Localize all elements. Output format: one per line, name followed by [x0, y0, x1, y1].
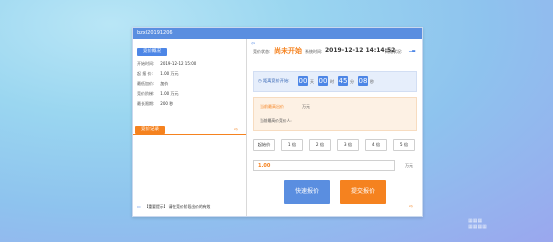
signal-icon: ▁▃: [409, 47, 416, 52]
time-label: 系统时间:: [305, 49, 323, 54]
left-panel: 竞价概况 开始时间: 2019-12-12 15:00 起 报 价: 1.00 …: [133, 39, 247, 216]
countdown-hours: 00: [318, 76, 328, 86]
step-button-start[interactable]: 起始价: [253, 139, 275, 151]
field-label: 最长限期:: [137, 101, 155, 106]
window-title: bzxl20191206: [133, 28, 422, 39]
countdown-days: 00: [298, 76, 308, 86]
auction-window: bzxl20191206 竞价概况 开始时间: 2019-12-12 15:00…: [132, 27, 423, 217]
current-high-unit: 万元: [302, 104, 310, 109]
minutes-unit: 分: [350, 79, 354, 84]
countdown-seconds: 08: [358, 76, 368, 86]
field-label: 最低加价:: [137, 81, 155, 86]
field-value: 1.00 万元: [160, 71, 179, 76]
notice-text: 【重要提示】 请在竞价阶段出价的有效: [144, 204, 211, 209]
current-high-label: 当前最高出价: [260, 104, 284, 109]
field-max-period: 最长限期: 200 秒: [137, 101, 173, 107]
price-box: 当前最高出价 万元 当前最高价竞价人:: [253, 97, 417, 131]
seconds-unit: 秒: [370, 79, 374, 84]
quick-bid-button[interactable]: 快速报价: [284, 180, 330, 204]
price-unit: 万元: [405, 163, 413, 168]
info-icon: ▭: [137, 204, 141, 209]
field-start-price: 起 报 价: 1.00 万元: [137, 71, 178, 77]
countdown: ◷ 距离竞价开始: 00 天 00 时 45 分 08 秒: [253, 71, 417, 92]
network-label: 网络状况:: [385, 49, 403, 54]
divider: [133, 134, 246, 135]
watermark-logo: ▦▦▦ ▦▦▦▦: [468, 218, 487, 230]
field-label: 竞价阶梯:: [137, 91, 155, 96]
right-panel: ⇦ 竞价状态: 尚未开始 系统时间: 2019-12-12 14:14:52 网…: [247, 39, 422, 216]
hours-unit: 时: [330, 79, 334, 84]
section-title-overview: 竞价概况: [137, 48, 167, 56]
step-button-3x[interactable]: 3 倍: [337, 139, 359, 151]
field-min-increment: 最低加价: 加价: [137, 81, 168, 87]
field-start-time: 开始时间: 2019-12-12 15:00: [137, 61, 196, 67]
notice: ▭ 【重要提示】 请在竞价阶段出价的有效: [137, 204, 210, 210]
arrow-icon[interactable]: ⇨: [409, 204, 413, 210]
step-button-2x[interactable]: 2 倍: [309, 139, 331, 151]
high-bidder-label: 当前最高价竞价人:: [260, 118, 292, 123]
field-value: 200 秒: [160, 101, 174, 106]
field-label: 开始时间:: [137, 61, 155, 66]
collapse-icon[interactable]: ⇦: [251, 41, 255, 47]
countdown-minutes: 45: [338, 76, 348, 86]
field-step: 竞价阶梯: 1.00 万元: [137, 91, 178, 97]
price-input[interactable]: 1.00: [253, 160, 395, 171]
arrow-icon[interactable]: ⇨: [234, 127, 238, 133]
clock-icon: ◷: [258, 78, 262, 83]
field-value: 1.00 万元: [160, 91, 179, 96]
step-button-4x[interactable]: 4 倍: [365, 139, 387, 151]
status-label: 竞价状态:: [253, 49, 271, 54]
field-value: 加价: [160, 81, 169, 86]
step-button-5x[interactable]: 5 倍: [393, 139, 415, 151]
countdown-label: ◷ 距离竞价开始:: [258, 78, 290, 83]
field-value: 2019-12-12 15:00: [160, 61, 197, 66]
field-label: 起 报 价:: [137, 71, 153, 76]
step-button-1x[interactable]: 1 倍: [281, 139, 303, 151]
status-value: 尚未开始: [274, 47, 302, 55]
days-unit: 天: [310, 79, 314, 84]
section-title-records: 竞价记录: [135, 126, 165, 134]
submit-bid-button[interactable]: 提交报价: [340, 180, 386, 204]
